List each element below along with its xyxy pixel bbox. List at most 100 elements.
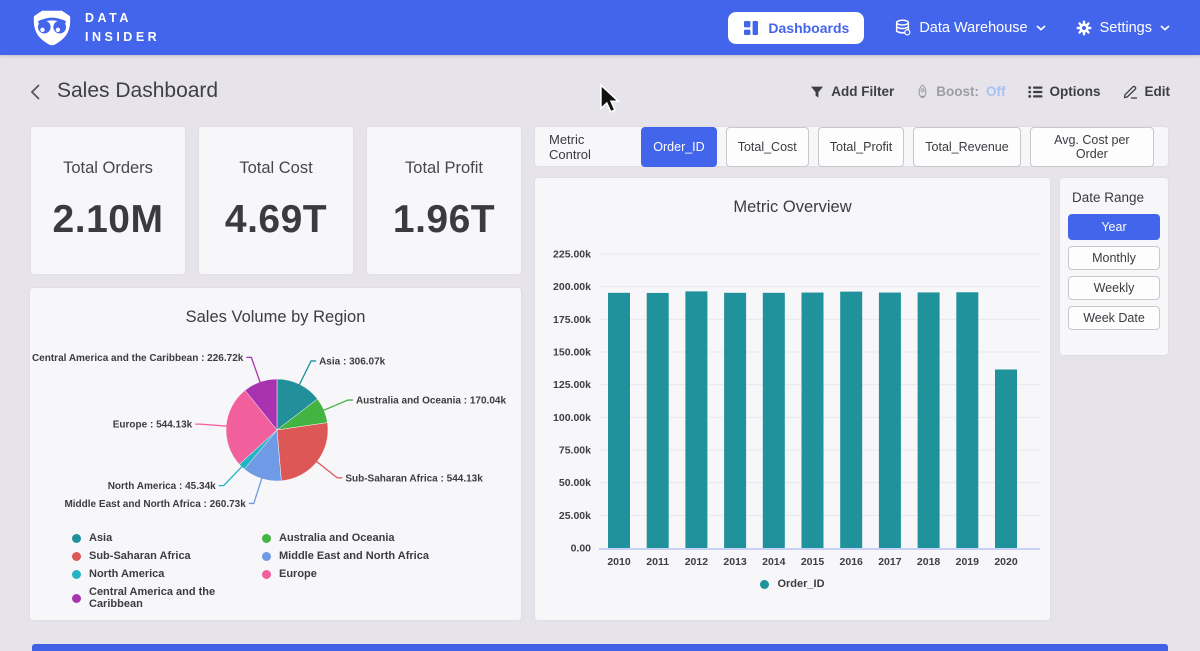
- options-list-icon: [1028, 85, 1043, 99]
- legend-item-central-america-and-the-caribbean[interactable]: Central America and the Caribbean: [72, 586, 262, 610]
- svg-text:200.00k: 200.00k: [553, 281, 591, 293]
- bar-chart[interactable]: 0.0025.00k50.00k75.00k100.00k125.00k150.…: [535, 218, 1050, 583]
- navbar: DATA INSIDER Dashboards Data Warehouse: [0, 0, 1200, 55]
- add-filter-button[interactable]: Add Filter: [810, 84, 894, 99]
- bar-2017[interactable]: [879, 293, 901, 548]
- bar-2019[interactable]: [956, 292, 978, 548]
- svg-text:2010: 2010: [607, 556, 631, 568]
- date-range-option-year[interactable]: Year: [1068, 214, 1160, 240]
- kpi-label: Total Profit: [405, 159, 483, 178]
- bar-2011[interactable]: [647, 293, 669, 548]
- bar-2015[interactable]: [802, 293, 824, 548]
- back-button[interactable]: [26, 82, 46, 104]
- kpi-value: 1.96T: [393, 198, 495, 242]
- date-range-option-monthly[interactable]: Monthly: [1068, 246, 1160, 270]
- svg-text:2017: 2017: [878, 556, 902, 568]
- metric-option-total-profit[interactable]: Total_Profit: [818, 127, 905, 167]
- date-range-label: Date Range: [1072, 190, 1168, 205]
- kpi-value: 2.10M: [53, 198, 164, 242]
- legend-dot: [72, 552, 81, 561]
- legend-label: North America: [89, 568, 164, 580]
- mouse-cursor: [598, 84, 622, 114]
- back-chevron-icon: [29, 83, 43, 101]
- bar-2012[interactable]: [685, 291, 707, 548]
- dashboard-grid-icon: [743, 20, 759, 36]
- sales-volume-chart-card: Sales Volume by Region Asia : 306.07kAus…: [30, 288, 521, 620]
- svg-text:0.00: 0.00: [571, 543, 592, 555]
- svg-text:2018: 2018: [917, 556, 941, 568]
- legend-item-europe[interactable]: Europe: [262, 568, 429, 580]
- pie-label-middle-east-and-north-africa: Middle East and North Africa : 260.73k: [64, 499, 246, 510]
- legend-item-middle-east-and-north-africa[interactable]: Middle East and North Africa: [262, 550, 429, 562]
- brand: DATA INSIDER: [30, 9, 160, 47]
- settings-menu[interactable]: Settings: [1076, 20, 1170, 36]
- svg-text:75.00k: 75.00k: [559, 445, 591, 457]
- bar-2018[interactable]: [918, 292, 940, 548]
- dashboards-button[interactable]: Dashboards: [728, 12, 864, 44]
- legend-item-asia[interactable]: Asia: [72, 532, 262, 544]
- boost-status: Off: [986, 84, 1006, 99]
- filter-icon: [810, 85, 824, 99]
- metric-option-order-id[interactable]: Order_ID: [641, 127, 716, 167]
- svg-text:2014: 2014: [762, 556, 786, 568]
- kpi-label: Total Cost: [239, 159, 312, 178]
- legend-item-north-america[interactable]: North America: [72, 568, 262, 580]
- rocket-icon: [916, 84, 929, 99]
- date-range-options: Year Monthly Weekly Week Date: [1060, 214, 1168, 330]
- legend-label: Asia: [89, 532, 112, 544]
- pie-label-europe: Europe : 544.13k: [113, 420, 193, 431]
- kpi-label: Total Orders: [63, 159, 153, 178]
- bar-2016[interactable]: [840, 292, 862, 548]
- options-button[interactable]: Options: [1028, 84, 1101, 99]
- pie-label-central-america-and-the-caribbean: Central America and the Caribbean : 226.…: [32, 353, 244, 364]
- metric-option-total-cost[interactable]: Total_Cost: [726, 127, 809, 167]
- legend-dot: [72, 534, 81, 543]
- data-warehouse-menu[interactable]: Data Warehouse: [894, 19, 1045, 36]
- database-icon: [894, 19, 911, 36]
- bar-2014[interactable]: [763, 293, 785, 548]
- svg-text:175.00k: 175.00k: [553, 314, 591, 326]
- gear-icon: [1076, 20, 1092, 36]
- pie-label-sub-saharan-africa: Sub-Saharan Africa : 544.13k: [345, 473, 483, 484]
- edit-button[interactable]: Edit: [1123, 84, 1171, 99]
- date-range-option-weekly[interactable]: Weekly: [1068, 276, 1160, 300]
- legend-dot: [262, 570, 271, 579]
- date-range-option-week-date[interactable]: Week Date: [1068, 306, 1160, 330]
- legend-dot: [262, 552, 271, 561]
- bottom-widget-edge: [32, 644, 1168, 651]
- svg-text:2013: 2013: [723, 556, 747, 568]
- svg-text:2019: 2019: [956, 556, 980, 568]
- pie-slice-sub-saharan-africa[interactable]: [277, 423, 328, 481]
- legend-label: Order_ID: [777, 578, 824, 590]
- bar-2013[interactable]: [724, 293, 746, 548]
- legend-item-australia-and-oceania[interactable]: Australia and Oceania: [262, 532, 429, 544]
- brand-name: DATA INSIDER: [85, 9, 160, 45]
- svg-text:150.00k: 150.00k: [553, 347, 591, 359]
- svg-text:225.00k: 225.00k: [553, 249, 591, 261]
- legend-label: Central America and the Caribbean: [89, 586, 262, 610]
- boost-toggle[interactable]: Boost: Off: [916, 84, 1005, 99]
- legend-dot: [72, 594, 81, 603]
- svg-text:100.00k: 100.00k: [553, 412, 591, 424]
- pencil-icon: [1123, 84, 1138, 99]
- legend-item-sub-saharan-africa[interactable]: Sub-Saharan Africa: [72, 550, 262, 562]
- svg-text:2016: 2016: [840, 556, 864, 568]
- kpi-card-total-orders: Total Orders 2.10M: [31, 127, 185, 274]
- metric-control-bar: Metric Control Order_IDTotal_CostTotal_P…: [535, 127, 1168, 166]
- metric-option-total-revenue[interactable]: Total_Revenue: [913, 127, 1020, 167]
- bar-2020[interactable]: [995, 370, 1017, 548]
- legend-dot: [262, 534, 271, 543]
- pie-label-australia-and-oceania: Australia and Oceania : 170.04k: [356, 396, 507, 407]
- chevron-down-icon: [1036, 25, 1046, 31]
- metric-option-avg-cost-per-order[interactable]: Avg. Cost per Order: [1030, 127, 1154, 167]
- metric-control-label: Metric Control: [549, 132, 628, 162]
- pie-label-asia: Asia : 306.07k: [319, 356, 386, 367]
- kpi-card-total-cost: Total Cost 4.69T: [199, 127, 353, 274]
- kpi-value: 4.69T: [225, 198, 327, 242]
- chevron-down-icon: [1160, 25, 1170, 31]
- pie-chart[interactable]: Asia : 306.07k Australia and Oceania : 17…: [30, 324, 521, 524]
- legend-label: Sub-Saharan Africa: [89, 550, 191, 562]
- svg-text:2015: 2015: [801, 556, 825, 568]
- bar-2010[interactable]: [608, 293, 630, 548]
- legend-dot: [760, 580, 769, 589]
